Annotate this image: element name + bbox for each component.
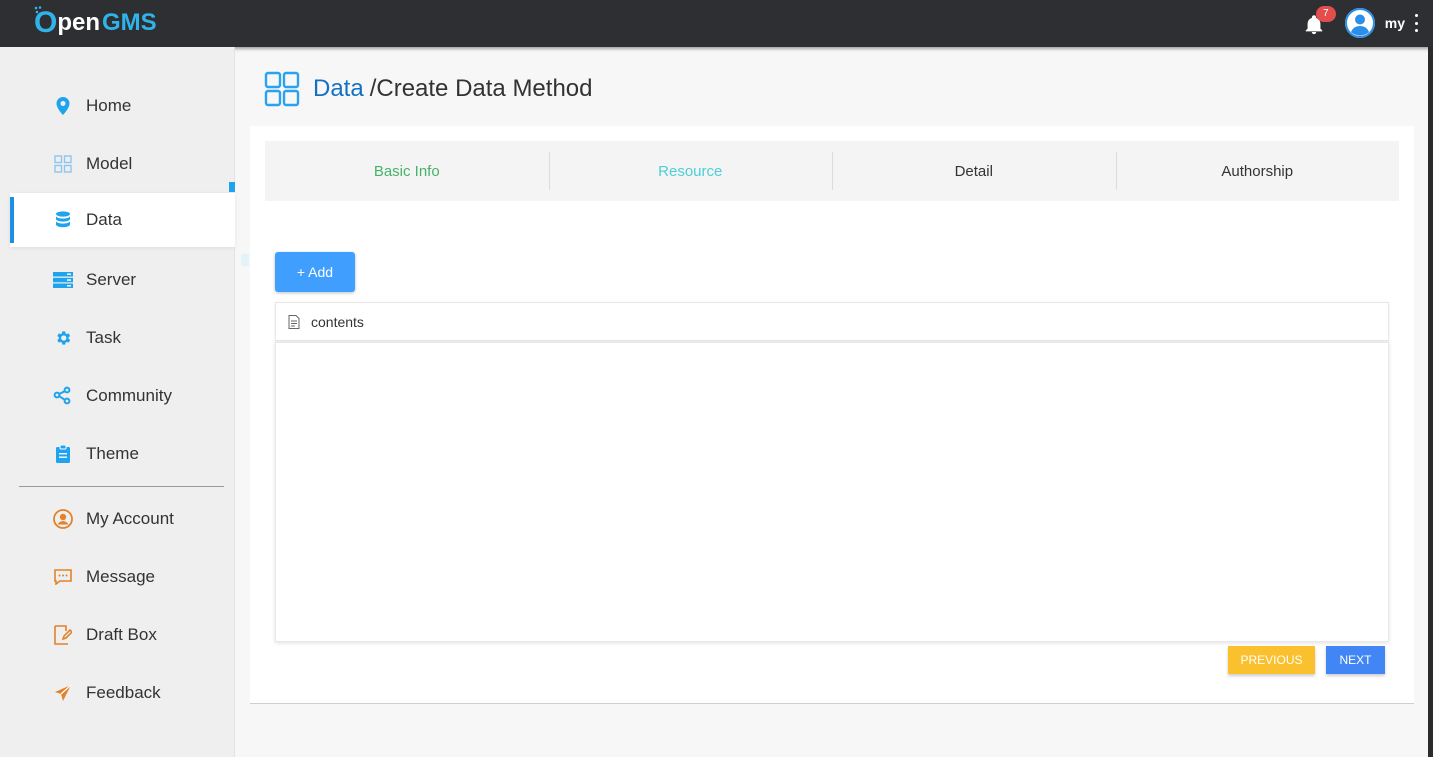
step-tabs: Basic Info Resource Detail Authorship	[265, 141, 1399, 201]
sidebar-item-label: Theme	[86, 444, 139, 463]
sidebar-hover-marker	[241, 254, 249, 266]
sidebar-item-my-account[interactable]: My Account	[10, 492, 235, 546]
grid-icon	[52, 153, 74, 175]
sidebar-divider	[19, 486, 224, 487]
tree-root-label: contents	[311, 313, 364, 330]
logo-text-gms: GMS	[102, 9, 157, 36]
main-card: Basic Info Resource Detail Authorship + …	[250, 126, 1414, 704]
step-basic-info[interactable]: Basic Info	[265, 141, 549, 201]
step-resource[interactable]: Resource	[548, 141, 833, 201]
sidebar-item-draft-box[interactable]: Draft Box	[10, 608, 235, 662]
user-avatar[interactable]	[1344, 8, 1375, 38]
more-options-icon[interactable]	[1413, 14, 1419, 32]
sidebar-item-home[interactable]: Home	[10, 79, 235, 133]
notification-count-badge: 7	[1315, 6, 1336, 22]
page-scrollbar[interactable]	[1428, 47, 1433, 757]
add-resource-button[interactable]: + Add	[275, 252, 355, 292]
sidebar-item-label: Data	[86, 210, 122, 229]
username-label[interactable]: my	[1385, 15, 1405, 31]
next-button[interactable]: NEXT	[1326, 646, 1385, 674]
server-icon	[52, 269, 74, 291]
sidebar-item-community[interactable]: Community	[10, 369, 235, 423]
breadcrumb-section-link[interactable]: Data	[313, 75, 364, 103]
sidebar-item-theme[interactable]: Theme	[10, 427, 235, 481]
resource-tree-panel[interactable]	[275, 342, 1389, 642]
previous-button[interactable]: PREVIOUS	[1228, 646, 1315, 674]
top-bar: O pen GMS 7 my	[0, 0, 1433, 47]
sidebar: Home Model Data Server Task Community Th…	[0, 47, 249, 757]
edit-document-icon	[52, 624, 74, 646]
sidebar-item-label: Task	[86, 328, 121, 347]
sidebar-item-label: My Account	[86, 509, 174, 528]
paper-plane-icon	[52, 682, 74, 704]
database-icon	[52, 209, 74, 231]
sidebar-item-label: Model	[86, 154, 133, 173]
share-icon	[52, 385, 74, 407]
location-pin-icon	[52, 95, 74, 117]
sidebar-item-data[interactable]: Data	[10, 193, 235, 247]
sidebar-item-task[interactable]: Task	[10, 311, 235, 365]
logo-text-pen: pen	[57, 9, 101, 36]
chat-icon	[52, 566, 74, 588]
user-avatar-icon	[1344, 8, 1375, 38]
sidebar-item-server[interactable]: Server	[10, 253, 235, 307]
step-authorship[interactable]: Authorship	[1115, 141, 1400, 201]
clipboard-icon	[52, 443, 74, 465]
breadcrumb-current-page: /Create Data Method	[369, 75, 593, 102]
sidebar-item-feedback[interactable]: Feedback	[10, 666, 235, 720]
resource-tree-root[interactable]: contents	[275, 302, 1389, 341]
sidebar-item-label: Feedback	[86, 683, 161, 702]
page-title: Data /Create Data Method	[264, 70, 593, 108]
opengms-logo[interactable]: O pen GMS	[34, 4, 157, 44]
grid-icon	[264, 71, 300, 107]
user-circle-icon	[52, 508, 74, 530]
document-icon	[288, 314, 300, 329]
sidebar-item-message[interactable]: Message	[10, 550, 235, 604]
step-detail[interactable]: Detail	[832, 141, 1116, 201]
gear-icon	[52, 327, 74, 349]
logo-letter-o: O	[34, 6, 58, 39]
sidebar-scroll-marker	[229, 182, 235, 192]
notification-button[interactable]: 7	[1303, 6, 1336, 35]
sidebar-item-model[interactable]: Model	[10, 137, 235, 191]
sidebar-item-label: Message	[86, 567, 155, 586]
sidebar-item-label: Draft Box	[86, 625, 157, 644]
sidebar-item-label: Community	[86, 386, 172, 405]
sidebar-item-label: Server	[86, 270, 137, 289]
sidebar-item-label: Home	[86, 96, 132, 115]
